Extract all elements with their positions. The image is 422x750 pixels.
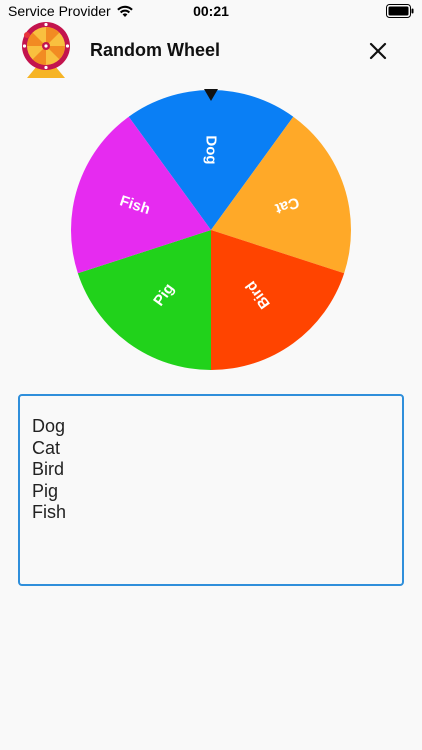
items-textarea[interactable]: Dog Cat Bird Pig Fish	[18, 394, 404, 586]
close-button[interactable]	[362, 35, 394, 67]
battery-icon	[386, 4, 414, 18]
app-header: Random Wheel	[0, 22, 422, 80]
items-line: Cat	[32, 437, 61, 458]
items-line: Fish	[32, 502, 67, 522]
status-time: 00:21	[193, 3, 229, 19]
spin-wheel[interactable]: DogCatBirdPigFish	[70, 88, 352, 372]
wheel-logo-icon	[22, 22, 70, 78]
items-line: Dog	[32, 416, 66, 436]
items-line: Bird	[32, 459, 65, 479]
wheel-label-dog: Dog	[203, 135, 220, 164]
page-title: Random Wheel	[90, 40, 221, 60]
items-line: Pig	[32, 480, 59, 501]
app-screen: Service Provider 00:21 Random Wheel Dog …	[0, 0, 422, 750]
close-icon	[369, 42, 387, 60]
status-bar: Service Provider 00:21	[0, 0, 422, 22]
